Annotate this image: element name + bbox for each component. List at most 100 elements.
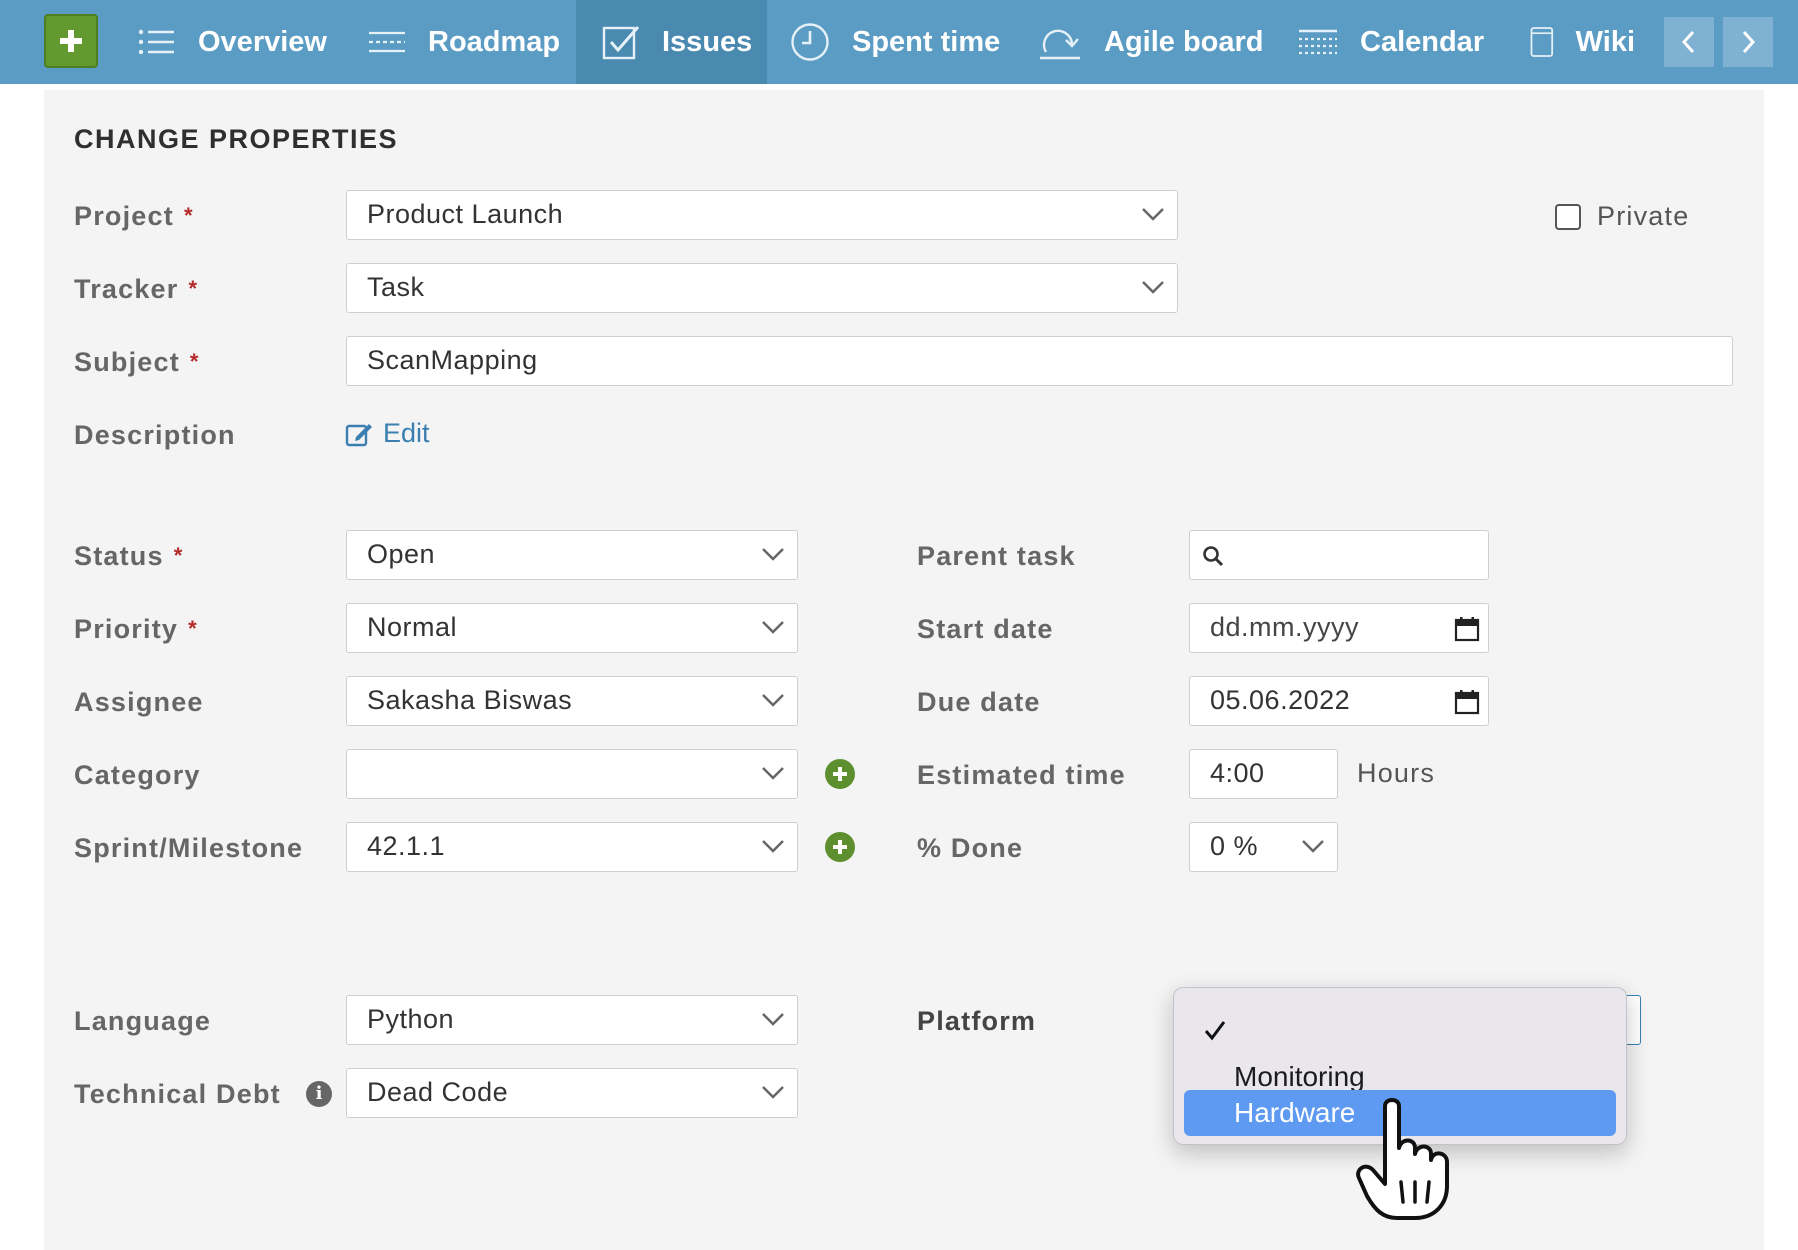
search-icon (1203, 546, 1224, 567)
subject-value: ScanMapping (367, 345, 538, 375)
priority-label: Priority * (74, 614, 198, 644)
add-category-button[interactable] (825, 759, 855, 789)
language-value: Python (367, 1004, 455, 1034)
chevron-left-icon (1681, 30, 1695, 54)
subject-label: Subject * (74, 347, 200, 377)
book-icon (1530, 27, 1554, 57)
calendar-picker-icon[interactable] (1454, 689, 1480, 715)
chevron-down-icon (1142, 281, 1164, 294)
status-select[interactable]: Open (346, 530, 798, 580)
chevron-down-icon (1142, 208, 1164, 221)
private-checkbox[interactable] (1555, 204, 1581, 230)
estimated-time-unit: Hours (1357, 758, 1436, 788)
chevron-down-icon (762, 1086, 784, 1099)
section-title: CHANGE PROPERTIES (74, 124, 399, 154)
chevron-down-icon (762, 694, 784, 707)
agile-icon (1040, 29, 1080, 60)
checkmark-icon (1204, 1021, 1226, 1041)
chevron-right-icon (1742, 30, 1756, 54)
nav-issues[interactable]: Issues (576, 0, 767, 84)
assignee-label: Assignee (74, 687, 204, 717)
parent-task-label: Parent task (917, 541, 1076, 571)
project-label: Project * (74, 201, 194, 231)
nav-roadmap[interactable]: Roadmap (368, 0, 560, 84)
description-label: Description (74, 420, 236, 450)
calendar-picker-icon[interactable] (1454, 616, 1480, 642)
priority-select[interactable]: Normal (346, 603, 798, 653)
list-icon (138, 29, 174, 55)
assignee-value: Sakasha Biswas (367, 685, 573, 715)
technical-debt-select[interactable]: Dead Code (346, 1068, 798, 1118)
platform-label: Platform (917, 1006, 1037, 1036)
estimated-time-input[interactable]: 4:00 (1189, 749, 1338, 799)
nav-spent-time-label: Spent time (852, 25, 1001, 58)
clock-icon (791, 23, 829, 61)
start-date-input[interactable]: dd.mm.yyyy (1189, 603, 1489, 653)
plus-icon (60, 30, 82, 52)
technical-debt-label: Technical Debt (74, 1079, 281, 1109)
tracker-value: Task (367, 272, 425, 302)
parent-task-input[interactable] (1189, 530, 1489, 580)
nav-prev-button[interactable] (1664, 17, 1714, 67)
sprint-value: 42.1.1 (367, 831, 446, 861)
due-date-value: 05.06.2022 (1210, 685, 1351, 715)
subject-input[interactable]: ScanMapping (346, 336, 1733, 386)
nav-agile-board[interactable]: Agile board (1038, 0, 1264, 84)
start-date-label: Start date (917, 614, 1054, 644)
add-sprint-button[interactable] (825, 832, 855, 862)
edit-label: Edit (383, 418, 430, 448)
nav-agile-board-label: Agile board (1104, 25, 1264, 58)
category-select[interactable] (346, 749, 798, 799)
language-select[interactable]: Python (346, 995, 798, 1045)
nav-wiki-label: Wiki (1575, 25, 1635, 58)
edit-icon (345, 423, 372, 446)
nav-next-button[interactable] (1723, 17, 1773, 67)
info-icon[interactable]: i (306, 1081, 332, 1107)
estimated-time-label: Estimated time (917, 760, 1126, 790)
platform-option-empty[interactable] (1184, 1008, 1616, 1054)
category-label: Category (74, 760, 201, 790)
chevron-down-icon (1302, 840, 1324, 853)
due-date-label: Due date (917, 687, 1041, 717)
roadmap-icon (369, 31, 405, 53)
due-date-input[interactable]: 05.06.2022 (1189, 676, 1489, 726)
nav-roadmap-label: Roadmap (428, 25, 561, 58)
nav-wiki[interactable]: Wiki (1530, 0, 1635, 84)
nav-calendar[interactable]: Calendar (1298, 0, 1484, 84)
project-select[interactable]: Product Launch (346, 190, 1178, 240)
chevron-down-icon (762, 548, 784, 561)
add-button[interactable] (44, 14, 98, 68)
nav-spent-time[interactable]: Spent time (790, 0, 1000, 84)
nav-overview-label: Overview (198, 25, 327, 58)
chevron-down-icon (762, 621, 784, 634)
done-label: % Done (917, 833, 1024, 863)
checkbox-icon (602, 26, 640, 60)
priority-value: Normal (367, 612, 458, 642)
assignee-select[interactable]: Sakasha Biswas (346, 676, 798, 726)
nav-calendar-label: Calendar (1360, 25, 1485, 58)
tracker-select[interactable]: Task (346, 263, 1178, 313)
description-edit-link[interactable]: Edit (345, 418, 430, 449)
status-value: Open (367, 539, 436, 569)
private-label: Private (1597, 201, 1690, 231)
nav-issues-label: Issues (662, 25, 753, 58)
plus-icon (833, 840, 847, 854)
status-label: Status * (74, 541, 184, 571)
calendar-icon (1299, 29, 1337, 55)
language-label: Language (74, 1006, 212, 1036)
sprint-label: Sprint/Milestone (74, 833, 304, 863)
chevron-down-icon (762, 767, 784, 780)
chevron-down-icon (762, 1013, 784, 1026)
tracker-label: Tracker * (74, 274, 199, 304)
estimated-time-value: 4:00 (1210, 758, 1265, 788)
technical-debt-value: Dead Code (367, 1077, 509, 1107)
plus-icon (833, 767, 847, 781)
nav-overview[interactable]: Overview (138, 0, 327, 84)
start-date-value: dd.mm.yyyy (1210, 612, 1360, 642)
hand-pointer-cursor-icon (1356, 1098, 1449, 1220)
chevron-down-icon (762, 840, 784, 853)
done-select[interactable]: 0 % (1189, 822, 1338, 872)
project-value: Product Launch (367, 199, 564, 229)
sprint-select[interactable]: 42.1.1 (346, 822, 798, 872)
top-navigation-bar: Overview Roadmap Issues Spent time Agile… (0, 0, 1798, 84)
